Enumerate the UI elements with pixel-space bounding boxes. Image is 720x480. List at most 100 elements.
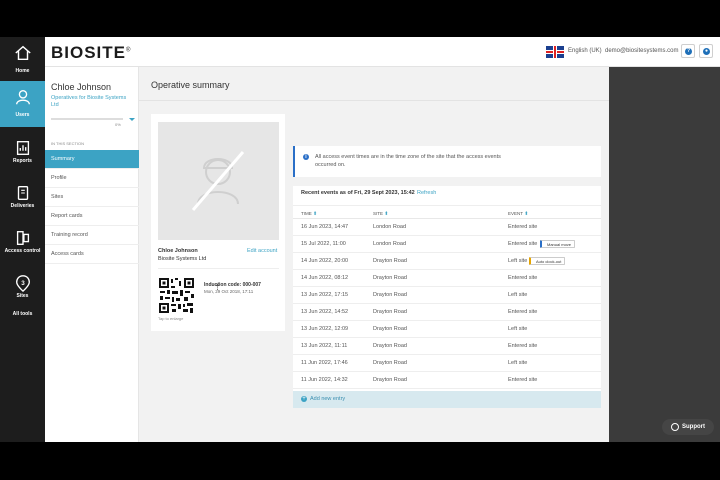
main-content: Operative summary Chloe Johnson Biosite … (139, 67, 609, 442)
account-button[interactable]: ● (699, 44, 713, 58)
biosite-logo[interactable]: BIOSITE® (51, 43, 131, 63)
event-time: 11 Jun 2022, 14:32 (301, 377, 348, 383)
nav-users[interactable]: Users (0, 81, 45, 127)
event-type: Entered site (508, 343, 538, 349)
language-selector[interactable]: English (UK) (568, 48, 602, 54)
add-new-entry-button[interactable]: + Add new entry (293, 391, 601, 408)
section-item-summary[interactable]: Summary (45, 150, 139, 169)
column-site[interactable]: SITE ⬍ (373, 211, 388, 217)
table-row[interactable]: 14 Jun 2022, 20:00 Drayton Road Left site A… (293, 253, 601, 270)
timezone-notice: i All access event times are in the time… (293, 146, 601, 177)
no-photo-worker-icon (191, 151, 245, 211)
nav-home[interactable]: Home (0, 37, 45, 79)
induction-code: Induction code: 000-007 (204, 282, 261, 288)
section-item-access-cards[interactable]: Access cards (45, 245, 139, 264)
event-type: Left site (508, 258, 528, 264)
event-time: 14 Jun 2022, 20:00 (301, 258, 349, 264)
table-row[interactable]: 13 Jun 2022, 12:09 Drayton Road Left site (293, 321, 601, 338)
progress-chevron-down-icon[interactable] (129, 118, 135, 121)
card-name: Chloe Johnson (158, 248, 198, 254)
column-site-label: SITE (373, 211, 384, 216)
event-site: Drayton Road (373, 275, 407, 281)
event-type: Left site (508, 326, 528, 332)
nav-deliveries[interactable]: Deliveries (0, 177, 45, 219)
event-site: Drayton Road (373, 343, 407, 349)
page-header: Operative summary (139, 67, 609, 101)
column-time-label: TIME (301, 211, 312, 216)
event-type: Left site (508, 292, 528, 298)
tap-to-enlarge-label: Tap to enlarge (158, 316, 184, 321)
event-time: 13 Jun 2022, 14:52 (301, 309, 349, 315)
user-email[interactable]: demo@biositesystems.com (605, 48, 678, 54)
main-nav: Home Users Reports Deliveries Access con… (0, 37, 45, 442)
nav-home-label: Home (15, 68, 30, 74)
table-row[interactable]: 11 Jun 2022, 14:32 Drayton Road Entered si… (293, 372, 601, 389)
card-company: Biosite Systems Ltd (158, 256, 207, 262)
support-button[interactable]: Support (662, 419, 714, 435)
section-item-report-cards[interactable]: Report cards (45, 207, 139, 226)
app-frame: Home Users Reports Deliveries Access con… (0, 37, 720, 442)
profile-company[interactable]: Operatives for Biosite Systems Ltd (51, 95, 135, 109)
sites-icon: 3 (15, 275, 30, 292)
nav-all-tools[interactable]: All tools (0, 311, 45, 317)
profile-progress-bar (51, 118, 123, 120)
profile-photo-placeholder[interactable] (158, 122, 279, 240)
event-type: Left site (508, 360, 528, 366)
table-row[interactable]: 13 Jun 2022, 11:11 Drayton Road Entered si… (293, 338, 601, 355)
induction-date: Mon, 29 Oct 2018, 17:11 (204, 289, 254, 294)
table-row[interactable]: 14 Jun 2022, 08:12 Drayton Road Entered si… (293, 270, 601, 287)
edit-account-link[interactable]: Edit account (247, 248, 277, 254)
help-button[interactable]: ? (681, 44, 695, 58)
uk-flag-icon[interactable] (546, 46, 564, 58)
logo-text: BIOSITE (51, 43, 127, 62)
section-label: IN THIS SECTION (51, 141, 85, 146)
event-time: 14 Jun 2022, 08:12 (301, 275, 349, 281)
dark-side-panel (609, 67, 720, 442)
event-type: Entered site (508, 309, 538, 315)
profile-name: Chloe Johnson (51, 82, 112, 92)
sort-icon: ⬍ (384, 211, 389, 217)
section-item-training-record[interactable]: Training record (45, 226, 139, 245)
table-row[interactable]: 13 Jun 2022, 14:52 Drayton Road Entered si… (293, 304, 601, 321)
column-time[interactable]: TIME ⬍ (301, 211, 317, 217)
sites-badge: 3 (21, 280, 25, 287)
table-row[interactable]: 16 Jun 2023, 14:47 London Road Entered sit… (293, 219, 601, 236)
recent-events-panel: Recent events as of Fri, 29 Sept 2023, 1… (293, 186, 601, 408)
deliveries-icon (17, 186, 28, 200)
profile-progress-label: 0% (115, 122, 121, 127)
mouse-cursor-icon: ⇡ (214, 283, 221, 292)
nav-access-control-label: Access control (4, 248, 41, 254)
event-site: Drayton Road (373, 258, 407, 264)
event-site: Drayton Road (373, 292, 407, 298)
logo-registered-mark: ® (126, 47, 132, 54)
card-divider (158, 268, 279, 269)
help-icon: ? (685, 48, 692, 55)
refresh-link[interactable]: Refresh (417, 190, 436, 196)
access-control-icon (16, 231, 29, 245)
column-event-label: EVENT (508, 211, 523, 216)
event-type: Entered site (508, 275, 538, 281)
nav-users-label: Users (15, 112, 30, 118)
support-icon (671, 423, 679, 431)
nav-access-control[interactable]: Access control (0, 222, 45, 264)
table-row[interactable]: 15 Jul 2022, 11:00 London Road Entered sit… (293, 236, 601, 253)
nav-reports[interactable]: Reports (0, 132, 45, 174)
event-time: 11 Jun 2022, 17:46 (301, 360, 348, 366)
event-site: Drayton Road (373, 360, 407, 366)
qr-code-icon[interactable] (158, 277, 195, 314)
table-row[interactable]: 13 Jun 2022, 17:15 Drayton Road Left site (293, 287, 601, 304)
events-table-header: TIME ⬍ SITE ⬍ EVENT ⬍ (293, 205, 601, 219)
event-time: 16 Jun 2023, 14:47 (301, 224, 349, 230)
account-icon: ● (703, 48, 710, 55)
nav-sites[interactable]: 3 Sites (0, 267, 45, 309)
column-event[interactable]: EVENT ⬍ (508, 211, 528, 217)
event-tag-badge: Manual move (540, 240, 576, 248)
users-icon (15, 90, 30, 105)
table-row[interactable]: 11 Jun 2022, 17:46 Drayton Road Left site (293, 355, 601, 372)
section-item-sites[interactable]: Sites (45, 188, 139, 207)
page-title: Operative summary (151, 80, 230, 90)
section-item-profile[interactable]: Profile (45, 169, 139, 188)
add-new-entry-label: Add new entry (310, 396, 346, 402)
events-heading: Recent events as of Fri, 29 Sept 2023, 1… (301, 190, 415, 196)
event-site: Drayton Road (373, 309, 407, 315)
